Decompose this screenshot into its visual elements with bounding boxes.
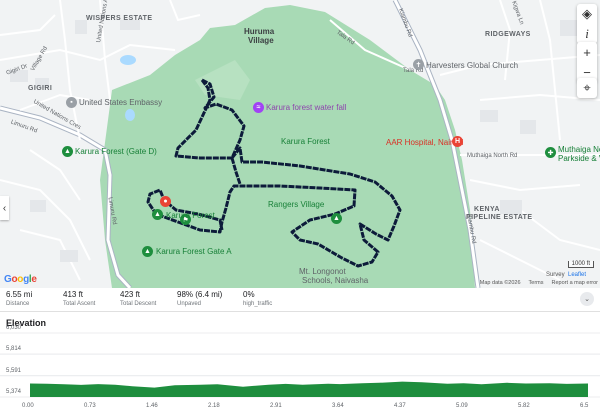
poi-label-waterfall[interactable]: Karura forest water fall [266,104,346,112]
area-label-gigiri: GIGIRI [28,85,53,92]
poi-label-muthaiga-2[interactable]: Parkside & Vil [558,155,600,163]
zoom-controls: + − [577,42,597,82]
poi-label-longonot-2[interactable]: Schools, Naivasha [302,277,368,285]
pond [125,109,135,121]
stat-unpaved: 98% (6.4 mi) Unpaved [177,290,222,307]
poi-label-karura-forest: Karura Forest [281,137,330,146]
area-label-kenya: KENYA [474,206,500,213]
elevation-chart [0,332,600,398]
area-label-pipeline: PIPELINE ESTATE [466,214,533,221]
route-stats: 6.55 mi Distance 413 ft Total Ascent 423… [0,288,600,312]
zoom-in-button[interactable]: + [577,42,597,62]
place-label-huruma: Huruma [244,27,275,36]
gate-a-pin-icon[interactable]: ▲ [142,246,153,257]
map-data-label: Map data ©2026 [479,280,521,286]
stat-value: 413 ft [63,290,84,299]
karura-pin-icon[interactable]: ▲ [152,209,163,220]
poi-label-rangers[interactable]: Rangers Village [268,201,324,209]
waterfall-pin-icon[interactable]: ≈ [253,102,264,113]
stat-value: 98% (6.4 mi) [177,290,223,299]
elevation-area [30,381,588,397]
pond-2 [120,55,136,65]
church-pin-icon[interactable]: ✝ [413,59,424,70]
stat-label: Distance [6,301,30,307]
stat-value: 423 ft [120,290,141,299]
google-logo: Google [4,274,37,285]
embassy-pin-icon[interactable]: ▪ [66,97,77,108]
x-tick-label: 0.73 [84,403,96,409]
locate-control: ⌖ [577,78,597,98]
poi-label-harvesters[interactable]: Harvesters Global Church [426,62,518,70]
x-tick-label: 2.91 [270,403,282,409]
stat-descent: 423 ft Total Descent [120,290,156,307]
x-tick-label: 6.5 [580,403,589,409]
x-tick-label: 5.82 [518,403,530,409]
poi-label-gate-d[interactable]: Karura Forest (Gate D) [75,148,157,156]
leaflet-link[interactable]: Leaflet [568,272,586,278]
poi-label-us-embassy[interactable]: United States Embassy [79,99,162,107]
stat-value: 6.55 mi [6,290,33,299]
y-tick-label: 6,030 [6,325,22,331]
road-label-muthaiga-north-rd: Muthaiga North Rd [467,153,518,159]
park-pin-icon[interactable]: ✚ [545,147,556,158]
place-label-village: Village [248,36,274,45]
stat-label: Total Ascent [63,301,96,307]
layers-icon[interactable]: ◈ [577,4,597,24]
stat-ascent: 413 ft Total Ascent [63,290,95,307]
survey-attribution: Survey Leaflet [546,272,586,279]
y-tick-label: 5,374 [6,389,22,395]
poi-label-gate-a[interactable]: Karura Forest Gate A [156,248,232,256]
elevation-panel: Elevation 6,030 5,814 5,591 5,374 0.00 0.73 1.… [0,312,600,415]
scale-bar: 1000 ft [567,261,594,268]
area-label-wispers: WISPERS ESTATE [86,15,153,22]
poi-label-longonot-1[interactable]: Mt. Longonot [299,268,346,276]
report-error-link[interactable]: Report a map error [552,280,598,286]
start-marker-icon[interactable]: ● [160,196,171,207]
area-label-ridgeways: RIDGEWAYS [485,31,531,38]
x-tick-label: 2.18 [208,403,220,409]
stat-label: Unpaved [177,301,202,307]
y-tick-label: 5,591 [6,367,22,374]
poi-label-karura-forest-2: Karura Forest [166,211,215,220]
poi-label-muthaiga-1[interactable]: Muthaiga North [558,146,600,154]
terms-link[interactable]: Terms [529,280,544,286]
x-tick-label: 1.46 [146,403,158,409]
stat-value: 0% [243,290,255,299]
x-tick-label: 5.09 [456,403,468,409]
x-tick-label: 0.00 [22,403,34,409]
stat-label: high_traffic [243,301,273,307]
y-tick-label: 5,814 [6,346,22,353]
stat-distance: 6.55 mi Distance [6,290,32,307]
info-button[interactable]: i [577,24,597,44]
rangers-pin-icon[interactable]: ▲ [331,213,342,224]
collapse-chevron-icon[interactable]: ⌄ [580,292,594,306]
gate-d-pin-icon[interactable]: ▲ [62,146,73,157]
map[interactable]: WISPERS ESTATE RIDGEWAYS GIGIRI KENYA PI… [0,0,600,288]
hospital-pin-icon[interactable]: H [452,136,463,147]
side-panel-arrow-icon[interactable]: ‹ [0,196,9,220]
stat-high-traffic: 0% high_traffic [243,290,272,307]
x-tick-label: 3.64 [332,403,344,409]
stat-label: Total Descent [120,301,157,307]
survey-label: Survey [545,272,565,279]
crosshair-icon[interactable]: ⌖ [577,78,597,98]
map-attribution: Map data ©2026 Terms Report a map error [480,280,598,286]
x-tick-label: 4.37 [394,403,406,409]
map-controls-top: ◈ i [577,4,597,44]
